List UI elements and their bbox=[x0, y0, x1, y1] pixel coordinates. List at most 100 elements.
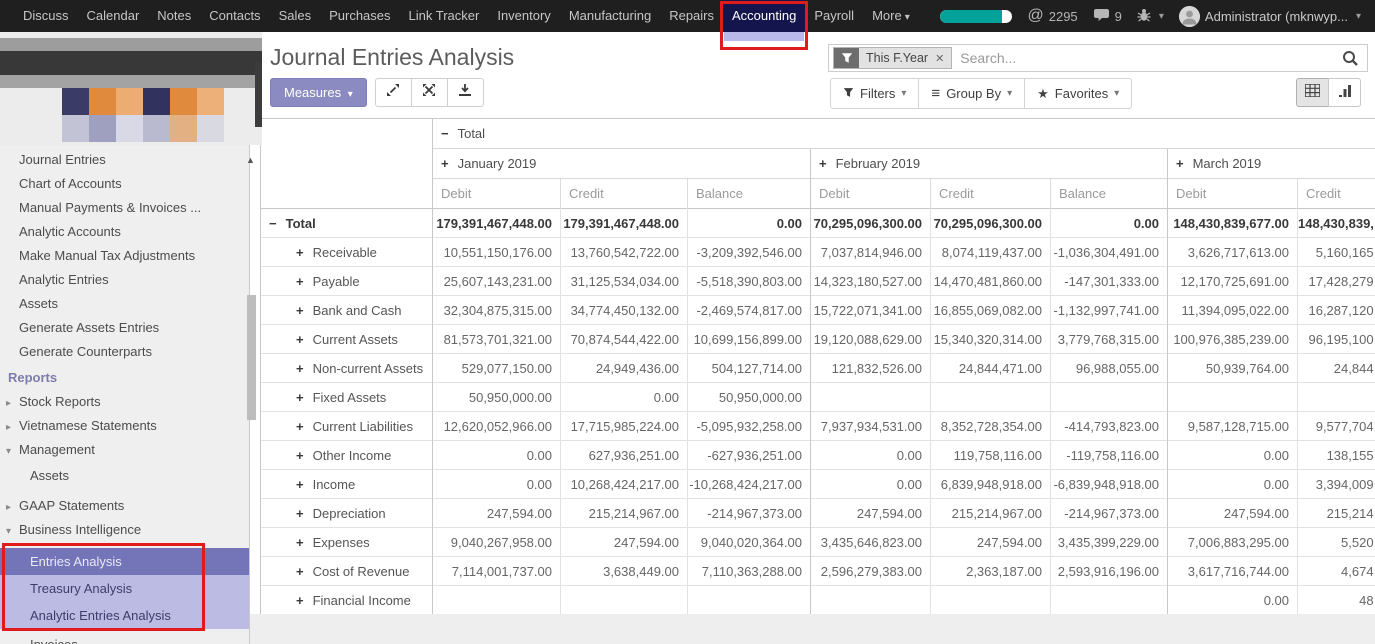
messages-count: 9 bbox=[1115, 9, 1122, 24]
topbar-item-payroll[interactable]: Payroll bbox=[805, 0, 863, 32]
sidebar-item-analytic-accounts[interactable]: Analytic Accounts bbox=[0, 220, 249, 244]
sidebar-item-generate-counterparts[interactable]: Generate Counterparts bbox=[0, 340, 249, 364]
debug-menu[interactable]: ▾ bbox=[1137, 8, 1164, 25]
expand-plus-icon[interactable]: + bbox=[296, 274, 304, 289]
sidebar-item-management[interactable]: ▾Management bbox=[0, 438, 249, 462]
sidebar-item-vietnamese-statements[interactable]: ▸Vietnamese Statements bbox=[0, 414, 249, 438]
expand-plus-icon[interactable]: + bbox=[296, 332, 304, 347]
scroll-up-arrow[interactable]: ▲ bbox=[246, 155, 255, 165]
pivot-row-header[interactable]: +Fixed Assets bbox=[261, 383, 433, 412]
pivot-cell: 48 bbox=[1298, 586, 1375, 615]
collapse-minus-icon[interactable]: − bbox=[441, 126, 449, 141]
pivot-row-header[interactable]: +Financial Income bbox=[261, 586, 433, 615]
sidebar-item-journal-entries[interactable]: Journal Entries bbox=[0, 148, 249, 172]
row-label: Current Assets bbox=[313, 332, 398, 347]
expand-plus-icon[interactable]: + bbox=[296, 448, 304, 463]
expand-plus-icon[interactable]: + bbox=[296, 477, 304, 492]
expand-plus-icon[interactable]: + bbox=[296, 564, 304, 579]
filters-button[interactable]: Filters ▾ bbox=[830, 78, 919, 109]
sidebar-item-treasury-analysis[interactable]: Treasury Analysis bbox=[0, 575, 249, 602]
pivot-row-header[interactable]: +Payable bbox=[261, 267, 433, 296]
pivot-row-header[interactable]: +Current Liabilities bbox=[261, 412, 433, 441]
topbar-item-more[interactable]: More▾ bbox=[863, 0, 919, 32]
pivot-header-february-2019[interactable]: +February 2019 bbox=[811, 149, 1168, 179]
sidebar-item-entries-analysis[interactable]: Entries Analysis bbox=[0, 548, 249, 575]
sidebar-item-make-manual-tax-adjustments[interactable]: Make Manual Tax Adjustments bbox=[0, 244, 249, 268]
topbar-item-inventory[interactable]: Inventory bbox=[488, 0, 559, 32]
pivot-row-header[interactable]: +Non-current Assets bbox=[261, 354, 433, 383]
download-button[interactable] bbox=[447, 78, 484, 107]
pivot-row-header[interactable]: +Receivable bbox=[261, 238, 433, 267]
pivot-header-march-2019[interactable]: +March 2019 bbox=[1168, 149, 1375, 179]
topbar-item-accounting[interactable]: Accounting bbox=[723, 0, 805, 32]
sidebar-item-gaap-statements[interactable]: ▸GAAP Statements bbox=[0, 494, 249, 518]
measures-button[interactable]: Measures ▾ bbox=[270, 78, 367, 107]
expand-plus-icon[interactable]: + bbox=[296, 245, 304, 260]
chart-view-button[interactable] bbox=[1328, 78, 1361, 107]
topbar-item-calendar[interactable]: Calendar bbox=[78, 0, 149, 32]
topbar-item-purchases[interactable]: Purchases bbox=[320, 0, 399, 32]
expand-plus-icon[interactable]: + bbox=[296, 506, 304, 521]
sidebar-item-analytic-entries[interactable]: Analytic Entries bbox=[0, 268, 249, 292]
search-icon[interactable] bbox=[1342, 50, 1359, 67]
pivot-measure-february-2019-debit[interactable]: Debit bbox=[811, 179, 931, 209]
topbar-item-notes[interactable]: Notes bbox=[148, 0, 200, 32]
pivot-row-header[interactable]: +Bank and Cash bbox=[261, 296, 433, 325]
pivot-measure-february-2019-credit[interactable]: Credit bbox=[931, 179, 1051, 209]
sidebar-item-manual-payments-invoices[interactable]: Manual Payments & Invoices ... bbox=[0, 196, 249, 220]
logo-pixel bbox=[89, 115, 116, 142]
expand-plus-icon[interactable]: + bbox=[296, 593, 304, 608]
sidebar-item-stock-reports[interactable]: ▸Stock Reports bbox=[0, 390, 249, 414]
pivot-row-header[interactable]: +Income bbox=[261, 470, 433, 499]
pivot-measure-january-2019-debit[interactable]: Debit bbox=[433, 179, 561, 209]
pivot-row-header[interactable]: −Total bbox=[261, 209, 433, 238]
messages-indicator[interactable]: 9 bbox=[1093, 8, 1122, 25]
sidebar-scrollbar-thumb[interactable] bbox=[247, 295, 256, 420]
group-by-button[interactable]: ≡ Group By ▾ bbox=[918, 78, 1025, 109]
pivot-measure-january-2019-credit[interactable]: Credit bbox=[561, 179, 688, 209]
user-menu[interactable]: Administrator (mknwyp... ▾ bbox=[1179, 6, 1361, 27]
pivot-header-january-2019[interactable]: +January 2019 bbox=[433, 149, 811, 179]
expand-plus-icon[interactable]: + bbox=[296, 535, 304, 550]
expand-plus-icon[interactable]: + bbox=[296, 419, 304, 434]
topbar-item-repairs[interactable]: Repairs bbox=[660, 0, 723, 32]
sidebar-item-analytic-entries-analysis[interactable]: Analytic Entries Analysis bbox=[0, 602, 249, 629]
pivot-measure-january-2019-balance[interactable]: Balance bbox=[688, 179, 811, 209]
expand-plus-icon[interactable]: + bbox=[296, 390, 304, 405]
expand-plus-icon[interactable]: + bbox=[819, 156, 827, 171]
collapse-minus-icon[interactable]: − bbox=[269, 216, 277, 231]
topbar-item-contacts[interactable]: Contacts bbox=[200, 0, 269, 32]
pivot-row-header[interactable]: + Current Assets bbox=[261, 325, 433, 354]
search-input[interactable] bbox=[952, 50, 1342, 66]
facet-remove-icon[interactable]: ✕ bbox=[935, 52, 944, 65]
pivot-header-total[interactable]: −Total bbox=[433, 119, 1375, 149]
sidebar-item-assets[interactable]: Assets bbox=[0, 464, 249, 488]
pivot-measure-march-2019-credit[interactable]: Credit bbox=[1298, 179, 1375, 209]
flip-axis-button[interactable] bbox=[411, 78, 448, 107]
pivot-view-button[interactable] bbox=[1296, 78, 1329, 107]
activities-indicator[interactable]: @ 2295 bbox=[1027, 7, 1077, 25]
expand-plus-icon[interactable]: + bbox=[441, 156, 449, 171]
expand-plus-icon[interactable]: + bbox=[296, 361, 304, 376]
sidebar-item-generate-assets-entries[interactable]: Generate Assets Entries bbox=[0, 316, 249, 340]
topbar-item-sales[interactable]: Sales bbox=[270, 0, 321, 32]
favorites-button[interactable]: ★ Favorites ▾ bbox=[1024, 78, 1132, 109]
expand-plus-icon[interactable]: + bbox=[1176, 156, 1184, 171]
expand-all-button[interactable] bbox=[375, 78, 412, 107]
pivot-row-header[interactable]: +Expenses bbox=[261, 528, 433, 557]
topbar-item-link-tracker[interactable]: Link Tracker bbox=[400, 0, 489, 32]
sidebar-item-business-intelligence[interactable]: ▾Business Intelligence bbox=[0, 518, 249, 542]
topbar-item-discuss[interactable]: Discuss bbox=[14, 0, 78, 32]
expand-plus-icon[interactable]: + bbox=[296, 303, 304, 318]
pivot-measure-february-2019-balance[interactable]: Balance bbox=[1051, 179, 1168, 209]
pivot-row-header[interactable]: +Depreciation bbox=[261, 499, 433, 528]
pivot-row-header[interactable]: +Cost of Revenue bbox=[261, 557, 433, 586]
topbar-item-manufacturing[interactable]: Manufacturing bbox=[560, 0, 660, 32]
pivot-cell: 7,937,934,531.00 bbox=[811, 412, 931, 441]
sidebar-item-chart-of-accounts[interactable]: Chart of Accounts bbox=[0, 172, 249, 196]
pivot-cell: 3,435,399,229.00 bbox=[1051, 528, 1168, 557]
pivot-row-header[interactable]: +Other Income bbox=[261, 441, 433, 470]
sidebar-item-assets[interactable]: Assets bbox=[0, 292, 249, 316]
pivot-measure-march-2019-debit[interactable]: Debit bbox=[1168, 179, 1298, 209]
sidebar-item-invoices[interactable]: Invoices bbox=[0, 633, 249, 644]
